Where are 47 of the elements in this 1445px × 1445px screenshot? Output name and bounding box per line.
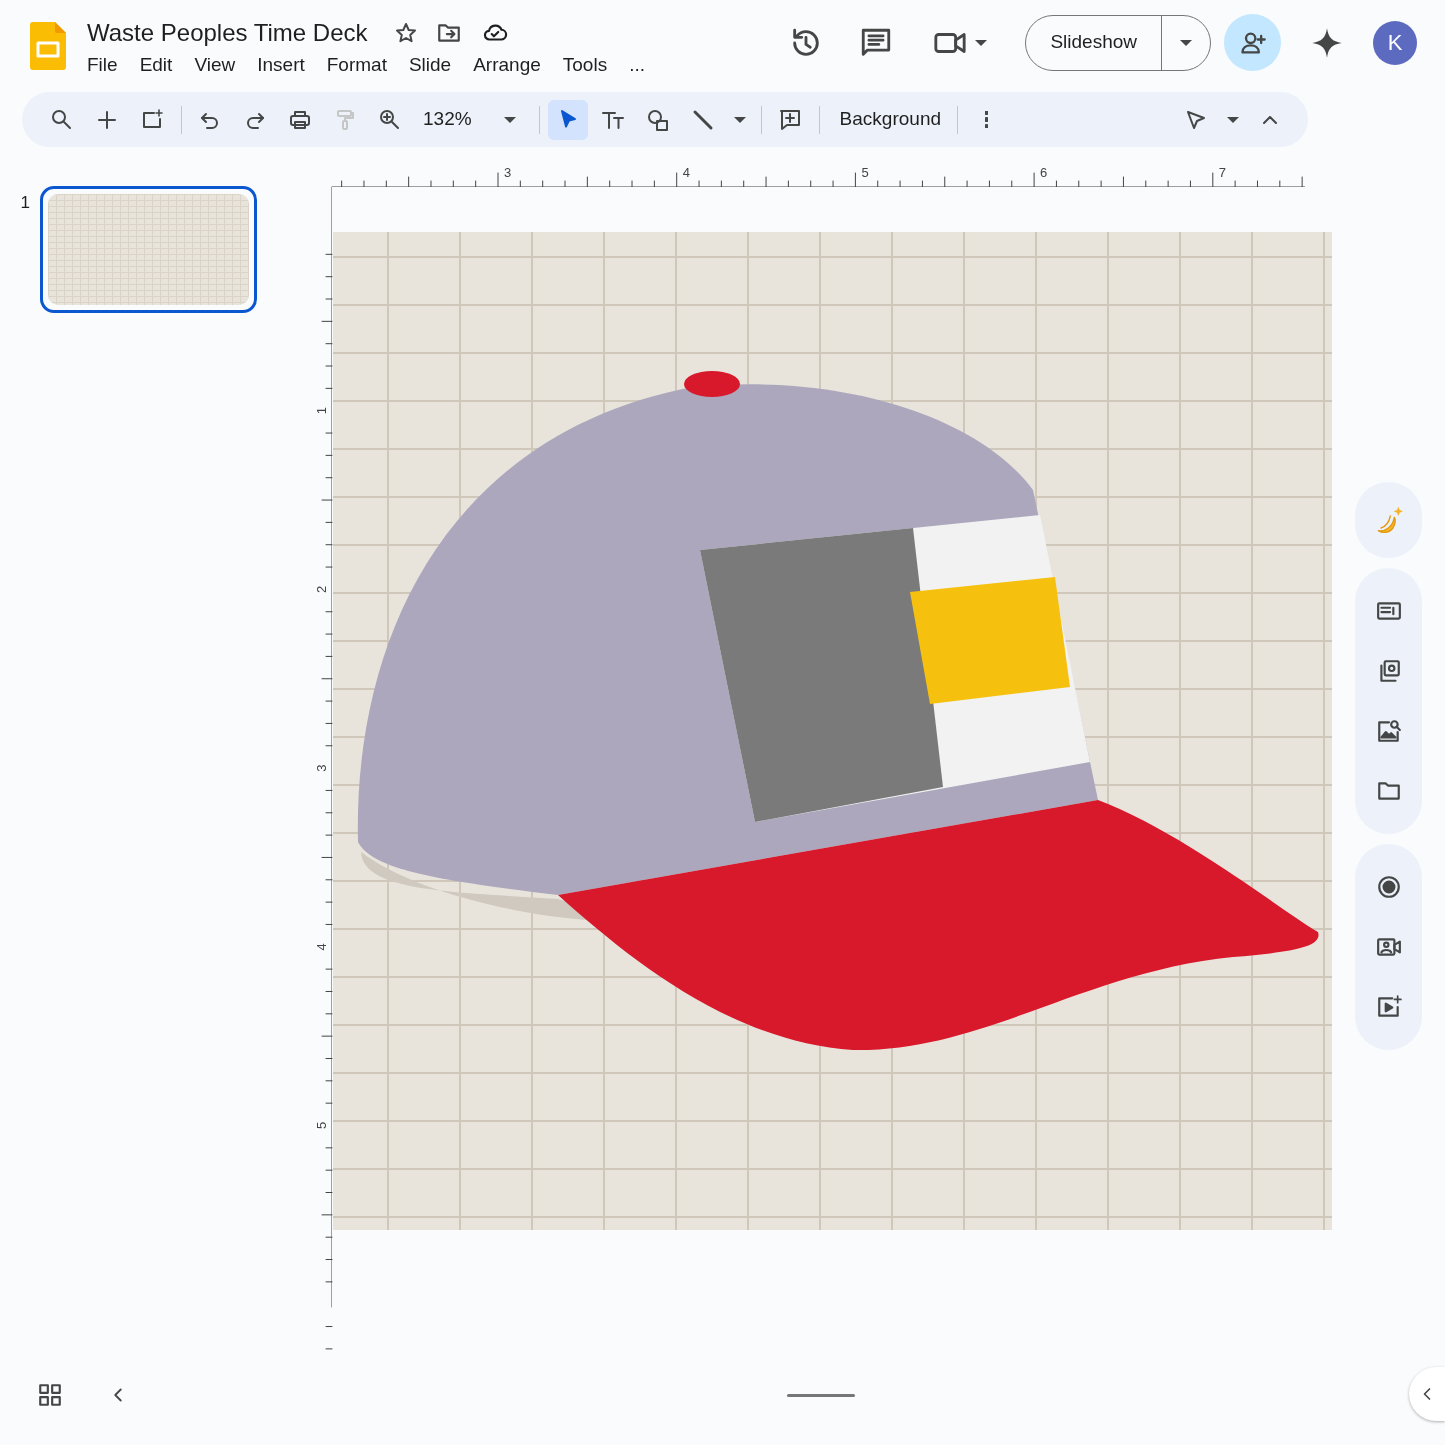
menu-item[interactable]: File (76, 53, 129, 77)
share-button[interactable] (1224, 14, 1281, 71)
account-avatar[interactable]: K (1373, 20, 1417, 65)
shape-icon (645, 107, 670, 132)
chevron-up-icon (1263, 115, 1277, 124)
search-icon (50, 107, 74, 132)
slide-number: 1 (19, 192, 31, 214)
menu-item[interactable]: Arrange (462, 53, 552, 77)
menu-item[interactable]: Slide (397, 53, 463, 77)
ruler-label: 5 (861, 165, 869, 180)
ruler-label: 1 (314, 407, 330, 415)
menu-item[interactable]: Tools (551, 53, 619, 77)
slide-thumbnail[interactable] (40, 186, 257, 313)
background-button[interactable]: Background (827, 105, 953, 134)
document-title[interactable]: Waste Peoples Time Deck (87, 20, 368, 46)
video-sparkle-icon (1375, 994, 1402, 1020)
caret-icon (733, 116, 746, 123)
ruler-label: 6 (1040, 165, 1048, 180)
caret-icon (975, 39, 988, 46)
cap-drawing[interactable] (358, 371, 1319, 1050)
star-icon (393, 21, 418, 45)
menu-item[interactable]: Insert (246, 53, 316, 77)
ruler-label: 3 (504, 165, 512, 180)
caret-icon (1180, 39, 1192, 46)
image-search-icon (1375, 718, 1402, 744)
zoom-field[interactable]: 132% (415, 105, 480, 134)
caret-icon (1227, 116, 1239, 123)
ruler-label: 7 (1218, 165, 1227, 180)
menu-item[interactable]: Format (315, 53, 398, 77)
caret-icon (503, 116, 516, 123)
menu-item[interactable]: Edit (128, 53, 184, 77)
menu-item[interactable]: ... (618, 53, 656, 77)
ruler-label: 2 (314, 585, 330, 593)
menu-item[interactable]: View (183, 53, 247, 77)
ruler-label: 5 (314, 1121, 330, 1130)
ruler-label: 4 (314, 943, 330, 951)
resize-handle[interactable] (787, 1393, 855, 1397)
select-tool-button[interactable] (547, 99, 588, 140)
ruler-label: 3 (314, 764, 330, 772)
grid-view-button[interactable] (37, 1382, 63, 1408)
more-icon (984, 111, 988, 128)
ruler-label: 4 (682, 165, 690, 180)
comment-add-icon (777, 107, 802, 132)
zoom-in-icon (378, 107, 402, 132)
grid-icon (37, 1382, 63, 1408)
record-icon (1375, 874, 1402, 900)
star-button[interactable] (393, 21, 418, 45)
